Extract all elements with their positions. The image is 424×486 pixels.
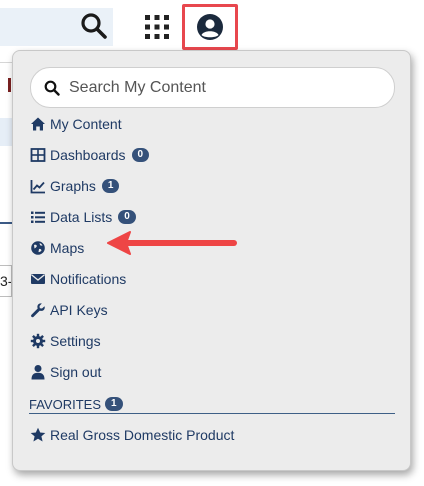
menu-item-label: Dashboards	[50, 147, 126, 163]
menu-item-notifications[interactable]: Notifications	[30, 268, 126, 290]
dashboard-icon	[30, 147, 46, 163]
menu-item-label: Settings	[50, 333, 101, 349]
globe-icon	[30, 240, 46, 256]
menu-search-box	[30, 67, 395, 108]
menu-item-label: Sign out	[50, 364, 102, 380]
background-tab-underline	[0, 222, 12, 224]
grid-icon[interactable]	[144, 14, 170, 40]
line-chart-icon	[30, 178, 46, 194]
home-icon	[30, 116, 46, 132]
menu-item-my-content[interactable]: My Content	[30, 113, 122, 135]
background-input-fragment: 3-	[0, 265, 12, 297]
menu-item-sign-out[interactable]: Sign out	[30, 361, 101, 383]
gear-icon	[30, 333, 46, 349]
count-badge: 0	[131, 148, 150, 162]
count-badge: 1	[105, 397, 123, 411]
background-fragment	[8, 78, 11, 92]
top-bar	[0, 0, 424, 50]
wrench-icon	[30, 302, 46, 318]
envelope-icon	[30, 271, 46, 287]
background-fragment	[0, 118, 12, 146]
favorites-label: FAVORITES	[29, 396, 101, 412]
favorites-divider	[29, 413, 395, 414]
count-badge: 1	[101, 179, 120, 193]
count-badge: 0	[118, 210, 136, 224]
favorite-item-real-gdp[interactable]: Real Gross Domestic Product	[30, 424, 234, 446]
menu-item-settings[interactable]: Settings	[30, 330, 101, 352]
star-icon	[30, 427, 46, 443]
menu-item-label: My Content	[50, 116, 122, 132]
menu-item-label: Maps	[50, 240, 85, 256]
favorite-item-label: Real Gross Domestic Product	[50, 427, 235, 443]
list-icon	[30, 209, 46, 225]
annotation-arrow	[104, 228, 240, 258]
menu-item-label: Notifications	[50, 271, 127, 287]
menu-item-label: Data Lists	[50, 209, 113, 225]
search-my-content-input[interactable]	[69, 76, 379, 100]
user-circle-icon[interactable]	[196, 13, 224, 41]
menu-item-maps[interactable]: Maps	[30, 237, 84, 259]
background-text: 3-	[0, 273, 12, 289]
search-icon	[44, 80, 60, 96]
menu-item-data-lists[interactable]: Data Lists 0	[30, 206, 136, 228]
favorites-header: FAVORITES 1	[29, 395, 123, 413]
menu-item-dashboards[interactable]: Dashboards 0	[30, 144, 150, 166]
person-icon	[30, 364, 46, 380]
menu-item-graphs[interactable]: Graphs 1	[30, 175, 120, 197]
menu-item-label: API Keys	[50, 302, 108, 318]
search-icon[interactable]	[80, 12, 108, 40]
account-dropdown-menu: My Content Dashboards 0 Graphs 1 Data Li…	[12, 50, 411, 471]
menu-item-api-keys[interactable]: API Keys	[30, 299, 108, 321]
background-divider	[0, 62, 12, 63]
menu-item-label: Graphs	[50, 178, 96, 194]
